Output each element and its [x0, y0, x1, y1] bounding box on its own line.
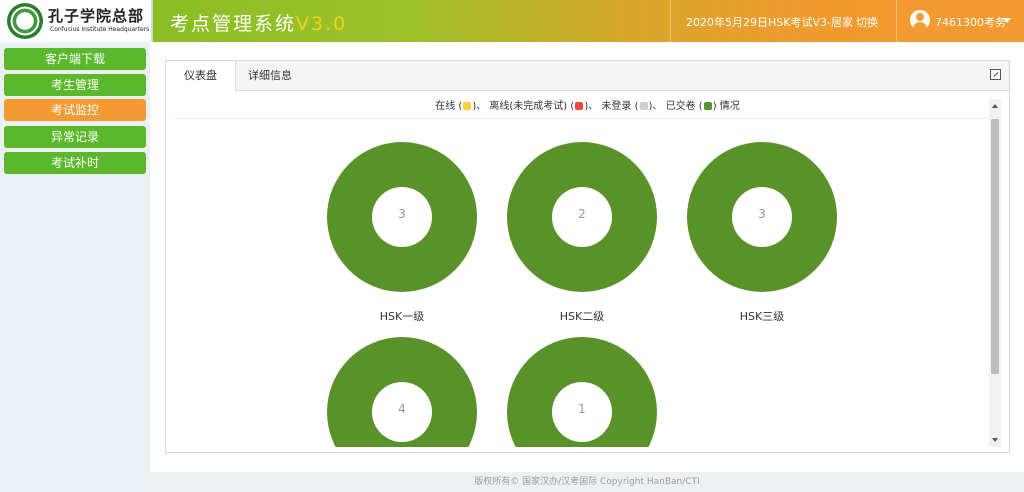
donut-count: 1	[578, 402, 586, 416]
logo-chinese-text: 孔子学院总部	[48, 7, 145, 25]
donut-chart-area: 3 HSK一级 2 HSK二级 3 HSK三级 4 1	[166, 119, 1009, 447]
legend-separator: 、	[476, 101, 487, 112]
sidebar: 客户端下载 考生管理 考试监控 异常记录 考试补时	[0, 42, 150, 492]
status-legend: 在线 ()、 离线(未完成考试) ()、 未登录 ()、 已交卷 () 情况	[435, 101, 740, 112]
scroll-down-icon[interactable]	[992, 438, 998, 442]
sidebar-item-extra-time[interactable]: 考试补时	[4, 152, 146, 174]
app-version: V3.0	[296, 13, 348, 35]
donut-count: 2	[578, 207, 586, 221]
dashboard-panel: 仪表盘 详细信息 在线 ()、 离线(未完成考试) ()、 未登录 ()、 已交…	[165, 60, 1010, 453]
legend-submitted-swatch	[703, 102, 712, 110]
legend-not-logged-label: 未登录	[601, 101, 632, 112]
scrollbar-thumb[interactable]	[991, 119, 999, 374]
legend-offline-swatch	[575, 102, 584, 110]
current-exam-name: 2020年5月29日HSK考试V3-居家	[686, 16, 853, 29]
user-avatar-icon	[910, 10, 930, 30]
donut-label: HSK三级	[739, 310, 785, 323]
legend-separator: 、	[588, 101, 599, 112]
donut-label: HSK二级	[559, 310, 605, 323]
header-divider	[670, 0, 671, 42]
logo-emblem-icon	[7, 3, 43, 39]
scroll-up-icon[interactable]	[992, 104, 998, 108]
tab-details[interactable]: 详细信息	[236, 61, 304, 91]
legend-separator: 、	[652, 101, 663, 112]
tab-bar: 仪表盘 详细信息	[166, 61, 1009, 92]
legend-offline-label: 离线(未完成考试)	[489, 101, 568, 112]
donut-count: 4	[398, 402, 406, 416]
header-divider	[896, 0, 897, 42]
legend-not-logged-swatch	[639, 102, 648, 110]
donut-chart-5: 1	[507, 337, 657, 447]
app-title: 考点管理系统V3.0	[170, 9, 347, 36]
user-name: 7461300考务	[935, 16, 1006, 29]
legend-online-label: 在线	[435, 101, 456, 112]
donut-chart-4: 4	[327, 337, 477, 447]
sidebar-item-exam-monitoring[interactable]: 考试监控	[4, 99, 146, 121]
logo-english-text: Confucius Institute Headquarters	[50, 26, 150, 33]
sidebar-item-candidate-management[interactable]: 考生管理	[4, 74, 146, 96]
legend-submitted-label: 已交卷	[665, 101, 696, 112]
donut-chart-hsk2: 2 HSK二级	[507, 142, 657, 323]
app-title-text: 考点管理系统	[170, 13, 297, 35]
donut-count: 3	[398, 207, 406, 221]
tab-dashboard[interactable]: 仪表盘	[166, 61, 236, 92]
switch-exam-button[interactable]: 切换	[856, 14, 878, 30]
donut-count: 3	[758, 207, 766, 221]
sidebar-item-client-download[interactable]: 客户端下载	[4, 48, 146, 70]
legend-suffix: 情况	[719, 101, 740, 112]
sidebar-item-exception-records[interactable]: 异常记录	[4, 126, 146, 148]
vertical-scrollbar[interactable]	[989, 99, 1001, 447]
copyright-footer: 版权所有© 国家汉办/汉考国际 Copyright HanBan/CTI	[150, 472, 1024, 492]
logo: 孔子学院总部 Confucius Institute Headquarters	[0, 0, 153, 42]
donut-chart-hsk1: 3 HSK一级	[327, 142, 477, 323]
chevron-down-icon[interactable]	[1003, 18, 1011, 23]
donut-chart-hsk3: 3 HSK三级	[687, 142, 837, 323]
legend-online-swatch	[463, 102, 472, 110]
fullscreen-icon[interactable]	[990, 69, 1001, 80]
top-header: 孔子学院总部 Confucius Institute Headquarters …	[0, 0, 1024, 42]
donut-label: HSK一级	[379, 310, 425, 323]
